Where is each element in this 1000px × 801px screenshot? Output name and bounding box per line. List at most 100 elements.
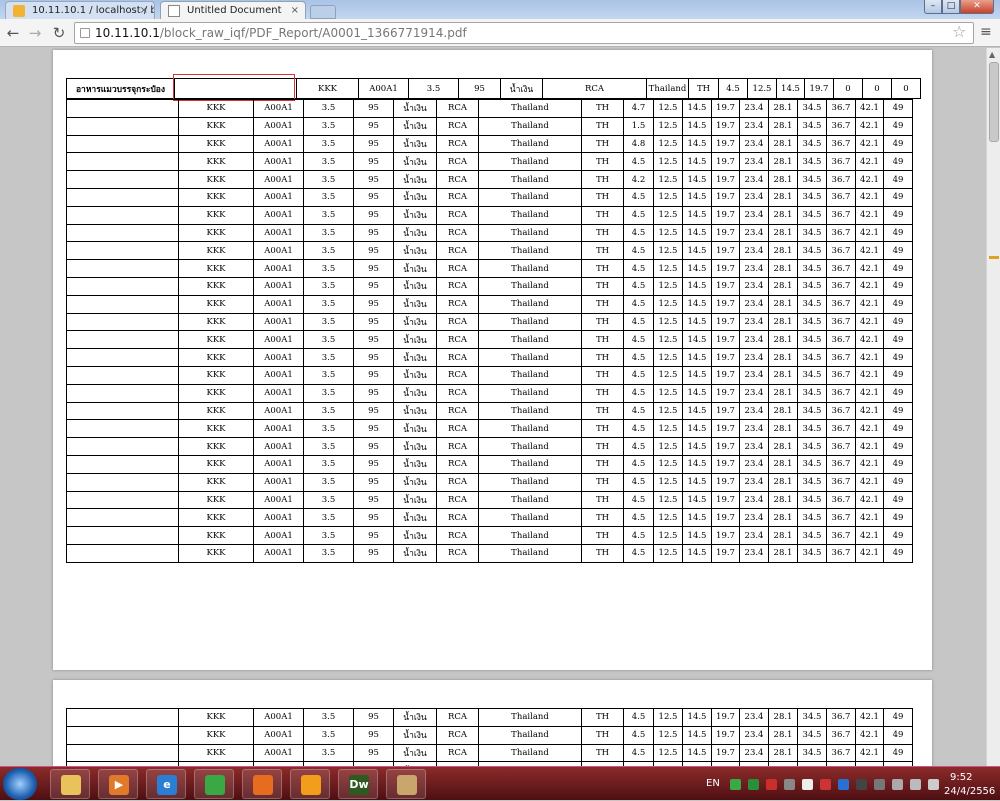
tab-phpmyadmin[interactable]: 10.11.10.1 / localhost / blc × [5,1,155,19]
close-icon[interactable]: × [140,2,148,19]
cell-country: Thailand [478,490,582,510]
cell-type: RCA [436,134,479,154]
cell-type: RCA [436,708,479,727]
header-cell: 95 [458,78,501,99]
taskbar-app-firefox[interactable] [242,769,282,799]
cell-v1: 4.5 [623,205,654,225]
close-window-button[interactable]: ✕ [960,0,994,14]
cell-country: Thailand [478,454,582,474]
cell-v5: 23.4 [739,99,769,118]
cell-v2: 12.5 [653,152,683,172]
language-indicator[interactable]: EN [706,778,720,789]
reload-icon[interactable]: ↻ [50,24,68,42]
scroll-up-arrow-icon[interactable]: ▲ [989,50,995,59]
cell-cc: TH [581,543,624,563]
cell-v8: 36.7 [826,472,856,492]
minimize-button[interactable]: – [924,0,942,14]
table-row: KKKA00A13.595น้ำเงินRCAThailandTH4.512.5… [66,419,913,439]
start-button[interactable] [3,768,37,800]
cell-v5: 23.4 [739,276,769,296]
cell-cc: TH [581,312,624,332]
cell-cc: TH [581,743,624,763]
address-bar[interactable]: 10.11.10.1/block_raw_iqf/PDF_Report/A000… [74,22,974,44]
taskbar-app-app-orange[interactable] [290,769,330,799]
cell-count: 95 [353,134,394,154]
taskbar-app-paint[interactable] [386,769,426,799]
signal-icon[interactable] [910,779,921,790]
cell-v6: 28.1 [768,526,798,545]
cell-v4: 19.7 [711,259,740,278]
monitor-icon[interactable] [856,779,867,790]
forward-arrow-icon[interactable]: → [26,24,44,42]
taskbar-app-internet-explorer[interactable]: e [146,769,186,799]
shield-icon[interactable] [820,779,831,790]
cell-code: A00A1 [253,152,304,172]
cell-color: น้ำเงิน [393,508,437,528]
cell-code: A00A1 [253,187,304,207]
cell-v1: 4.5 [623,743,654,763]
globe-icon[interactable] [838,779,849,790]
cell-country: Thailand [478,401,582,421]
cell-v8: 36.7 [826,116,856,136]
cell-cc: TH [581,170,624,189]
p-icon[interactable] [748,779,759,790]
back-arrow-icon[interactable]: ← [4,24,22,42]
cell-type: RCA [436,294,479,314]
cell-weight: 3.5 [303,187,354,207]
tab-untitled-document[interactable]: Untitled Document × [160,1,306,19]
menu-icon[interactable]: ≡ [980,24,992,40]
usb-icon[interactable] [784,779,795,790]
cell-type: RCA [436,743,479,763]
cell-type: RCA [436,490,479,510]
data-table: KKK A00A1 3.5 95 น้ำเงิน RCA Thailand TH 4.7 12.5… [66,99,913,563]
clock-date[interactable]: 24/4/2556 [944,786,995,797]
cell-country: Thailand [478,99,582,118]
maximize-button[interactable]: □ [942,0,960,14]
cell-v1: 4.5 [623,241,654,261]
cell-country: Thailand [478,294,582,314]
cell-code: A00A1 [253,543,304,563]
cell-v3: 14.5 [682,205,712,225]
cell-v4: 19.7 [711,419,740,439]
new-tab-button[interactable] [310,5,336,19]
cell-v8: 36.7 [826,383,856,403]
cell-v1: 4.5 [623,419,654,439]
cell-v5: 23.4 [739,330,769,350]
cell-v5: 23.4 [739,365,769,385]
m-icon[interactable] [766,779,777,790]
address-host: 10.11.10.1 [95,26,160,40]
network-icon[interactable] [892,779,903,790]
cell-v9: 42.1 [855,187,884,207]
cell-name [66,490,179,510]
taskbar-app-media-player[interactable]: ▶ [98,769,138,799]
clock-time[interactable]: 9:52 [950,772,972,783]
vertical-scrollbar[interactable]: ▲ [986,48,1000,766]
pdf-page-2: KKK A00A1 3.5 95 น้ำเงิน RCA Thailand TH 4.5 12.5… [53,680,932,766]
bookmark-star-icon[interactable]: ☆ [952,22,966,41]
cell-v3: 14.5 [682,170,712,189]
cell-v4: 19.7 [711,708,740,727]
v-icon[interactable] [802,779,813,790]
cell-weight: 3.5 [303,330,354,350]
cell-v4: 19.7 [711,490,740,510]
close-icon[interactable]: × [291,2,299,19]
scrollbar-thumb[interactable] [989,62,999,142]
header-cell: 4.5 [718,78,748,99]
cell-v6: 28.1 [768,383,798,403]
cell-v9: 42.1 [855,454,884,474]
taskbar-app-explorer[interactable] [50,769,90,799]
sync-icon[interactable] [730,779,741,790]
cell-v3: 14.5 [682,437,712,456]
cell-cc: TH [581,401,624,421]
cell-brand: KKK [178,508,254,528]
table-row: KKKA00A13.595น้ำเงินRCAThailandTH4.512.5… [66,152,913,172]
volume-icon[interactable] [928,779,939,790]
cell-cc: TH [581,152,624,172]
internet-explorer-icon: e [157,775,177,795]
cell-brand: KKK [178,401,254,421]
flag-icon[interactable] [874,779,885,790]
taskbar-app-dreamweaver[interactable]: Dw [338,769,378,799]
cell-v1: 4.5 [623,152,654,172]
taskbar-app-chrome[interactable] [194,769,234,799]
cell-v6: 28.1 [768,152,798,172]
